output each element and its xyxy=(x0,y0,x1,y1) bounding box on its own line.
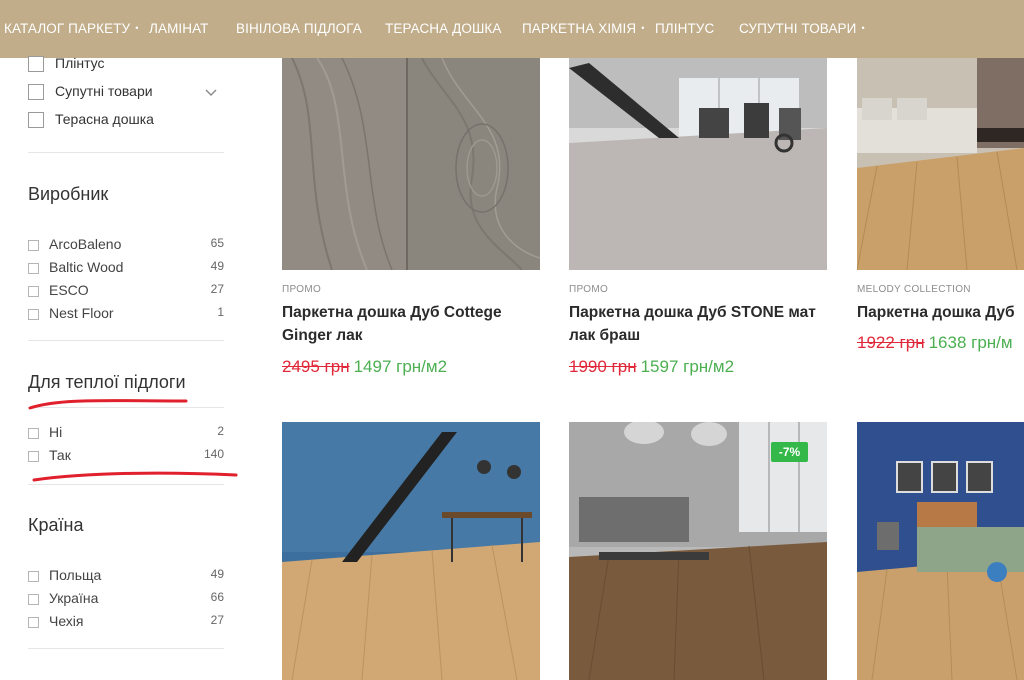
old-price: 1922 грн xyxy=(857,333,925,352)
nav-item-parquet-catalog[interactable]: КАТАЛОГ ПАРКЕТУ • xyxy=(4,21,139,36)
nav-item-vinyl-floor[interactable]: ВІНІЛОВА ПІДЛОГА xyxy=(236,21,362,36)
nav-item-label: ЛАМІНАТ xyxy=(149,21,209,36)
old-price: 1990 грн xyxy=(569,357,637,376)
nav-item-laminate[interactable]: ЛАМІНАТ xyxy=(149,21,209,36)
nav-item-label: ПАРКЕТНА ХІМІЯ xyxy=(522,21,637,36)
red-underline-annotation xyxy=(28,399,238,482)
new-price: 1638 грн/м xyxy=(928,333,1013,352)
loft-interior-image xyxy=(282,422,540,680)
product-tag: MELODY COLLECTION xyxy=(857,284,971,295)
product-prices: 1922 грн 1638 грн/м xyxy=(857,333,1013,353)
dropdown-dot-icon: • xyxy=(861,23,865,33)
product-image[interactable] xyxy=(282,58,540,270)
wood-texture-image xyxy=(282,58,540,270)
product-image[interactable] xyxy=(569,58,827,270)
product-tag: ПРОМО xyxy=(569,284,609,295)
product-image[interactable] xyxy=(282,422,540,680)
nav-item-label: ТЕРАСНА ДОШКА xyxy=(385,21,502,36)
new-price: 1497 грн/м2 xyxy=(353,357,448,376)
living-room-image xyxy=(857,58,1024,270)
nav-item-terrace-board[interactable]: ТЕРАСНА ДОШКА xyxy=(385,21,502,36)
product-tag: ПРОМО xyxy=(282,284,322,295)
nav-item-related-products[interactable]: СУПУТНІ ТОВАРИ • xyxy=(739,21,865,36)
bedroom-image xyxy=(857,422,1024,680)
nav-item-label: ПЛІНТУС xyxy=(655,21,715,36)
dropdown-dot-icon: • xyxy=(641,23,645,33)
product-prices: 2495 грн 1497 грн/м2 xyxy=(282,357,447,377)
filter-sidebar: Плінтус Супутні товари Терасна дошка Вир… xyxy=(0,55,250,680)
product-name[interactable]: Паркетна дошка Дуб STONE мат лак браш xyxy=(569,301,827,347)
product-image[interactable] xyxy=(857,422,1024,680)
nav-item-plinth[interactable]: ПЛІНТУС xyxy=(655,21,714,36)
new-price: 1597 грн/м2 xyxy=(640,357,735,376)
product-name[interactable]: Паркетна дошка Дуб Cottege Ginger лак xyxy=(282,301,540,347)
dropdown-dot-icon: • xyxy=(135,23,139,33)
product-name[interactable]: Паркетна дошка Дуб xyxy=(857,301,1024,324)
nav-item-label: ВІНІЛОВА ПІДЛОГА xyxy=(236,21,362,36)
nav-item-label: КАТАЛОГ ПАРКЕТУ xyxy=(4,21,131,36)
top-navigation: КАТАЛОГ ПАРКЕТУ • ЛАМІНАТ ВІНІЛОВА ПІДЛОГ… xyxy=(0,0,1024,58)
discount-badge: -7% xyxy=(771,442,808,462)
nav-item-label: СУПУТНІ ТОВАРИ xyxy=(739,21,857,36)
gym-interior-image xyxy=(569,58,827,270)
product-image[interactable] xyxy=(857,58,1024,270)
old-price: 2495 грн xyxy=(282,357,350,376)
product-prices: 1990 грн 1597 грн/м2 xyxy=(569,357,734,377)
nav-item-parquet-chemistry[interactable]: ПАРКЕТНА ХІМІЯ • xyxy=(522,21,645,36)
